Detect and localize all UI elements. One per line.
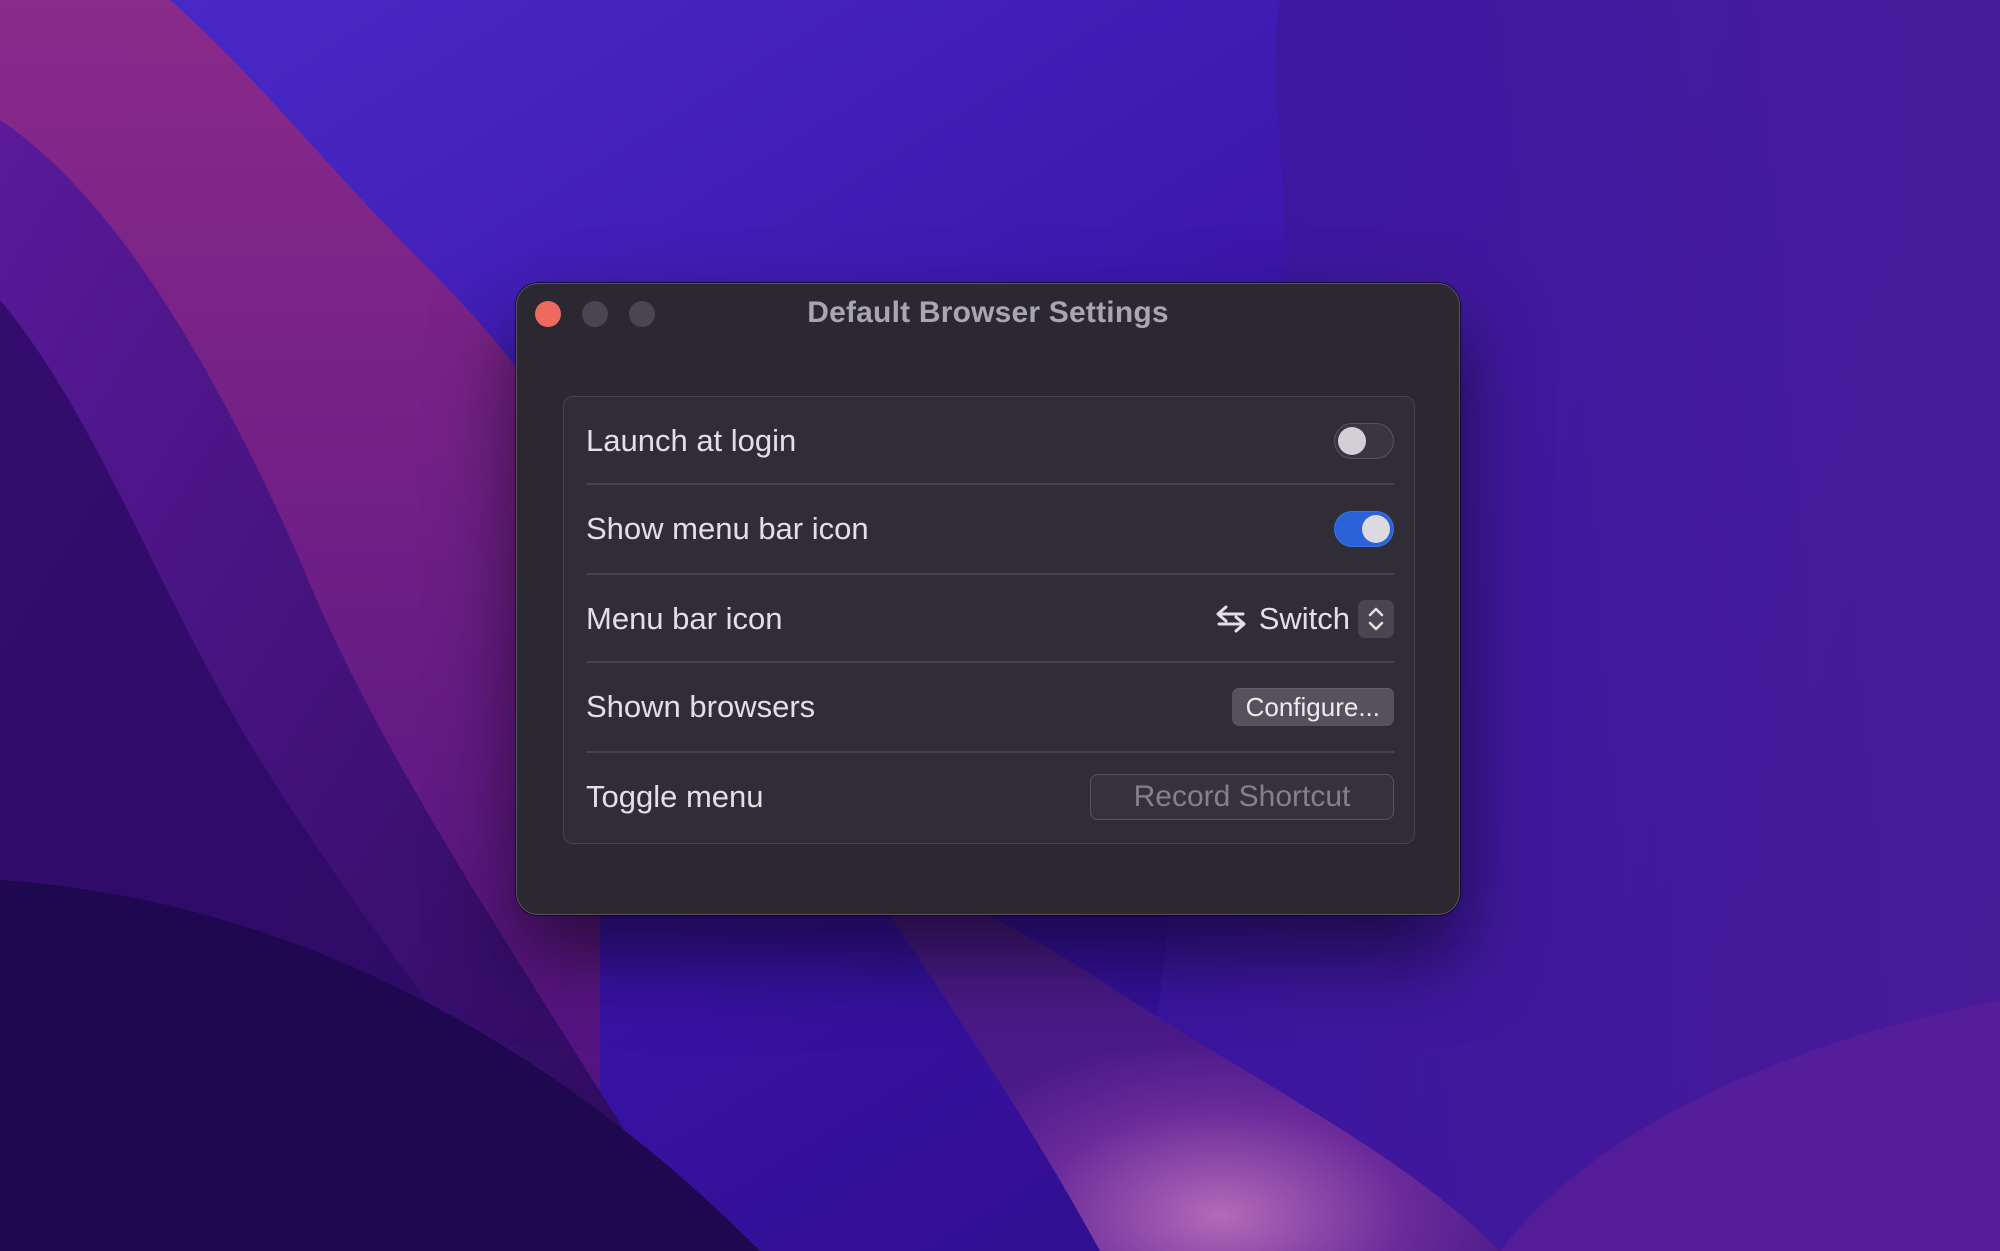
chevron-up-down-icon[interactable] [1358, 600, 1394, 638]
shown-browsers-label: Shown browsers [586, 689, 816, 724]
setting-row-toggle-menu: Toggle menu Record Shortcut [586, 753, 1394, 841]
show-menu-bar-icon-label: Show menu bar icon [586, 511, 869, 546]
desktop: Default Browser Settings Launch at login… [0, 0, 2000, 1251]
toggle-knob [1338, 427, 1366, 455]
show-menu-bar-icon-toggle[interactable] [1334, 511, 1394, 547]
window-title: Default Browser Settings [807, 296, 1169, 329]
settings-window: Default Browser Settings Launch at login… [516, 283, 1460, 915]
record-shortcut-field[interactable]: Record Shortcut [1090, 774, 1394, 820]
setting-row-show-menu-bar-icon: Show menu bar icon [586, 485, 1394, 573]
menu-bar-icon-label: Menu bar icon [586, 601, 783, 636]
launch-at-login-label: Launch at login [586, 423, 797, 458]
toggle-menu-label: Toggle menu [586, 779, 764, 814]
setting-row-launch-at-login: Launch at login [586, 397, 1394, 485]
arrows-left-right-icon [1216, 605, 1246, 633]
menu-bar-icon-picker[interactable]: Switch [1213, 599, 1394, 639]
setting-row-shown-browsers: Shown browsers Configure... [586, 663, 1394, 751]
toggle-knob [1362, 515, 1390, 543]
settings-panel: Launch at login Show menu bar icon Menu … [563, 396, 1415, 844]
setting-row-menu-bar-icon: Menu bar icon Switch [586, 575, 1394, 663]
menu-bar-icon-value: Switch [1258, 601, 1350, 636]
configure-button[interactable]: Configure... [1231, 688, 1394, 726]
launch-at-login-toggle[interactable] [1334, 423, 1394, 459]
